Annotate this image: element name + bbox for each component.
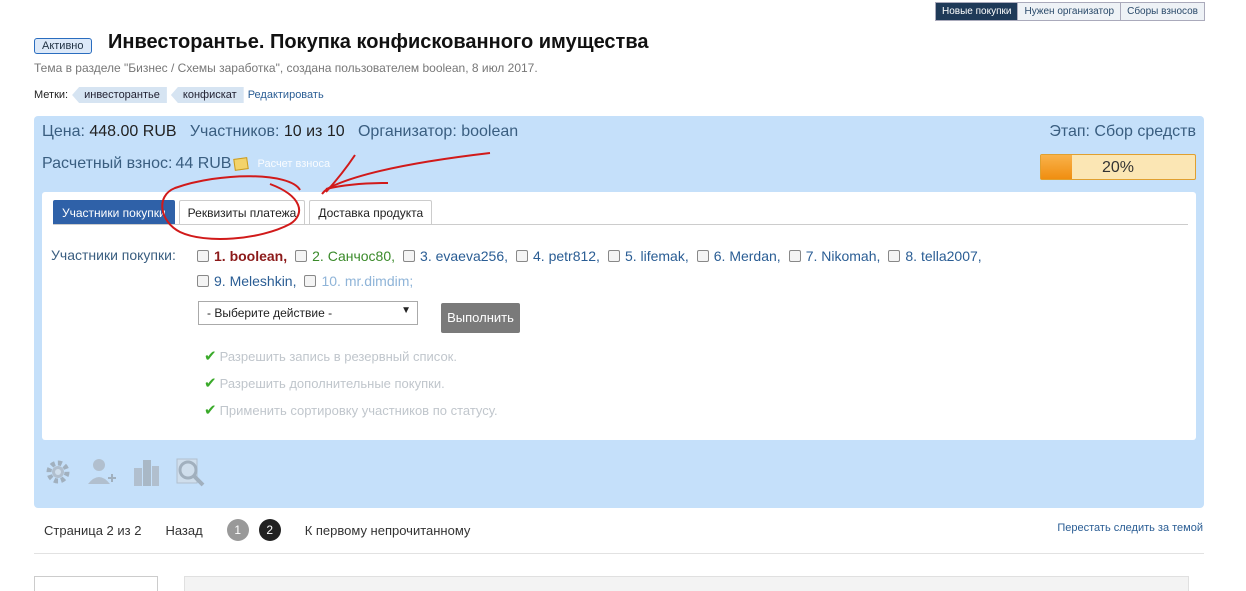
- member-link[interactable]: 6. Merdan,: [714, 244, 781, 268]
- page-info: Страница 2 из 2: [44, 522, 142, 538]
- tab-new-purchases[interactable]: Новые покупки: [936, 3, 1019, 20]
- member-checkbox[interactable]: [788, 250, 801, 262]
- member-item: 2. Санчос80,: [295, 244, 395, 268]
- organizer-label: Организатор:: [357, 123, 457, 140]
- member-item: 8. tella2007,: [888, 244, 982, 268]
- fee-line: Расчетный взнос: 44 RUB Расчет взноса: [42, 155, 330, 173]
- calc-fee-link[interactable]: Расчет взноса: [257, 158, 330, 170]
- purchase-info: Цена: 448.00 RUB Участников: 10 из 10 Ор…: [42, 123, 518, 141]
- fee-value: 44 RUB: [175, 155, 232, 172]
- member-checkbox[interactable]: [888, 250, 901, 262]
- divider: [34, 553, 1204, 554]
- member-link[interactable]: 10. mr.dimdim;: [321, 269, 413, 293]
- member-checkbox[interactable]: [197, 275, 209, 287]
- toolbar: [42, 456, 206, 488]
- member-checkbox[interactable]: [607, 250, 620, 262]
- price-currency: RUB: [142, 123, 177, 140]
- member-checkbox[interactable]: [403, 250, 416, 262]
- back-link[interactable]: Назад: [165, 523, 202, 538]
- member-item: 7. Nikomah,: [788, 244, 881, 268]
- member-item: 6. Merdan,: [696, 244, 781, 268]
- participants-label: Участников:: [189, 123, 280, 140]
- price-label: Цена:: [42, 123, 85, 140]
- tabs-panel: Участники покупки Реквизиты платежа Дост…: [42, 192, 1196, 440]
- permission-label: Разрешить запись в резервный список.: [219, 348, 457, 364]
- progress-bar: 20%: [1040, 154, 1196, 180]
- execute-button[interactable]: Выполнить: [441, 303, 520, 333]
- tab-organizer-needed[interactable]: Нужен организатор: [1018, 3, 1122, 20]
- edit-tags-link[interactable]: Редактировать: [248, 89, 324, 101]
- member-item: 3. evaeva256,: [403, 244, 508, 268]
- member-link[interactable]: 4. petr812,: [533, 244, 600, 268]
- tab-payment-details[interactable]: Реквизиты платежа: [178, 200, 306, 225]
- permission-extra-purchases[interactable]: ✔ Разрешить дополнительные покупки.: [204, 374, 445, 392]
- building-icon[interactable]: [130, 456, 162, 488]
- check-icon: ✔: [204, 348, 217, 365]
- top-tabs: Новые покупки Нужен организатор Сборы вз…: [935, 2, 1205, 21]
- participants-value: 10 из 10: [283, 123, 345, 140]
- first-unread-link[interactable]: К первому непрочитанному: [305, 523, 471, 538]
- tabs-divider: [53, 224, 1188, 225]
- page-2-current: 2: [258, 519, 281, 541]
- progress-text: 20%: [1101, 159, 1135, 176]
- permission-label: Применить сортировку участников по стату…: [219, 402, 498, 418]
- member-link[interactable]: 3. evaeva256,: [420, 244, 508, 268]
- member-link[interactable]: 2. Санчос80,: [312, 244, 395, 268]
- tab-product-delivery[interactable]: Доставка продукта: [309, 200, 433, 225]
- member-link[interactable]: 5. lifemak,: [625, 244, 689, 268]
- member-link[interactable]: 8. tella2007,: [905, 244, 981, 268]
- members-label: Участники покупки:: [51, 247, 176, 263]
- member-link[interactable]: 1. boolean,: [214, 244, 287, 268]
- member-item: 10. mr.dimdim;: [304, 269, 413, 293]
- inner-tabs: Участники покупки Реквизиты платежа Дост…: [53, 200, 433, 225]
- tab-participants[interactable]: Участники покупки: [53, 200, 175, 225]
- permission-label: Разрешить дополнительные покупки.: [219, 375, 445, 391]
- permission-sort-status[interactable]: ✔ Применить сортировку участников по ста…: [204, 401, 498, 419]
- tag-item[interactable]: инвесторантье: [72, 87, 167, 103]
- pagination: Страница 2 из 2 Назад 1 2 К первому непр…: [44, 519, 470, 541]
- add-user-icon[interactable]: [86, 456, 118, 488]
- note-icon[interactable]: [233, 157, 250, 171]
- check-icon: ✔: [204, 402, 217, 419]
- member-item: 5. lifemak,: [607, 244, 689, 268]
- check-icon: ✔: [204, 375, 217, 392]
- member-link[interactable]: 9. Meleshkin,: [214, 269, 296, 293]
- tag-item[interactable]: конфискат: [170, 87, 244, 103]
- status-badge: Активно: [34, 38, 92, 54]
- member-item: 1. boolean,: [197, 244, 287, 268]
- tags-row: Метки: инвесторантье конфискат Редактиро…: [34, 87, 324, 103]
- member-item: 9. Meleshkin,: [197, 269, 296, 293]
- permission-reserve[interactable]: ✔ Разрешить запись в резервный список.: [204, 347, 457, 365]
- member-checkbox[interactable]: [516, 250, 528, 262]
- member-item: 4. petr812,: [516, 244, 600, 268]
- fee-label: Расчетный взнос:: [42, 155, 173, 172]
- organizer-link[interactable]: boolean: [461, 123, 518, 140]
- page-1-link[interactable]: 1: [226, 519, 249, 541]
- post-body: [184, 576, 1189, 591]
- member-checkbox[interactable]: [304, 275, 317, 287]
- chevron-down-icon: ▼: [401, 305, 411, 316]
- tags-label: Метки:: [34, 89, 69, 101]
- member-checkbox[interactable]: [295, 250, 308, 262]
- post-author-box: [34, 576, 158, 591]
- member-checkbox[interactable]: [197, 250, 209, 262]
- tab-fee-collection[interactable]: Сборы взносов: [1121, 3, 1204, 20]
- action-select-value: - Выберите действие -: [207, 306, 333, 320]
- member-link[interactable]: 7. Nikomah,: [806, 244, 881, 268]
- magnifier-icon[interactable]: [174, 456, 206, 488]
- stage-label: Этап: Сбор средств: [1049, 123, 1196, 140]
- topic-subtitle: Тема в разделе "Бизнес / Схемы заработка…: [34, 61, 538, 75]
- action-select[interactable]: - Выберите действие - ▼: [198, 301, 418, 325]
- purchase-panel: Цена: 448.00 RUB Участников: 10 из 10 Ор…: [34, 116, 1204, 508]
- price-value: 448.00: [89, 123, 139, 140]
- gear-icon[interactable]: [42, 456, 74, 488]
- member-checkbox[interactable]: [696, 250, 709, 262]
- page-title: Инвесторантье. Покупка конфискованного и…: [108, 31, 649, 53]
- unfollow-link[interactable]: Перестать следить за темой: [1057, 522, 1203, 534]
- members-list: 1. boolean, 2. Санчос80, 3. evaeva256, 4. p…: [197, 244, 1097, 294]
